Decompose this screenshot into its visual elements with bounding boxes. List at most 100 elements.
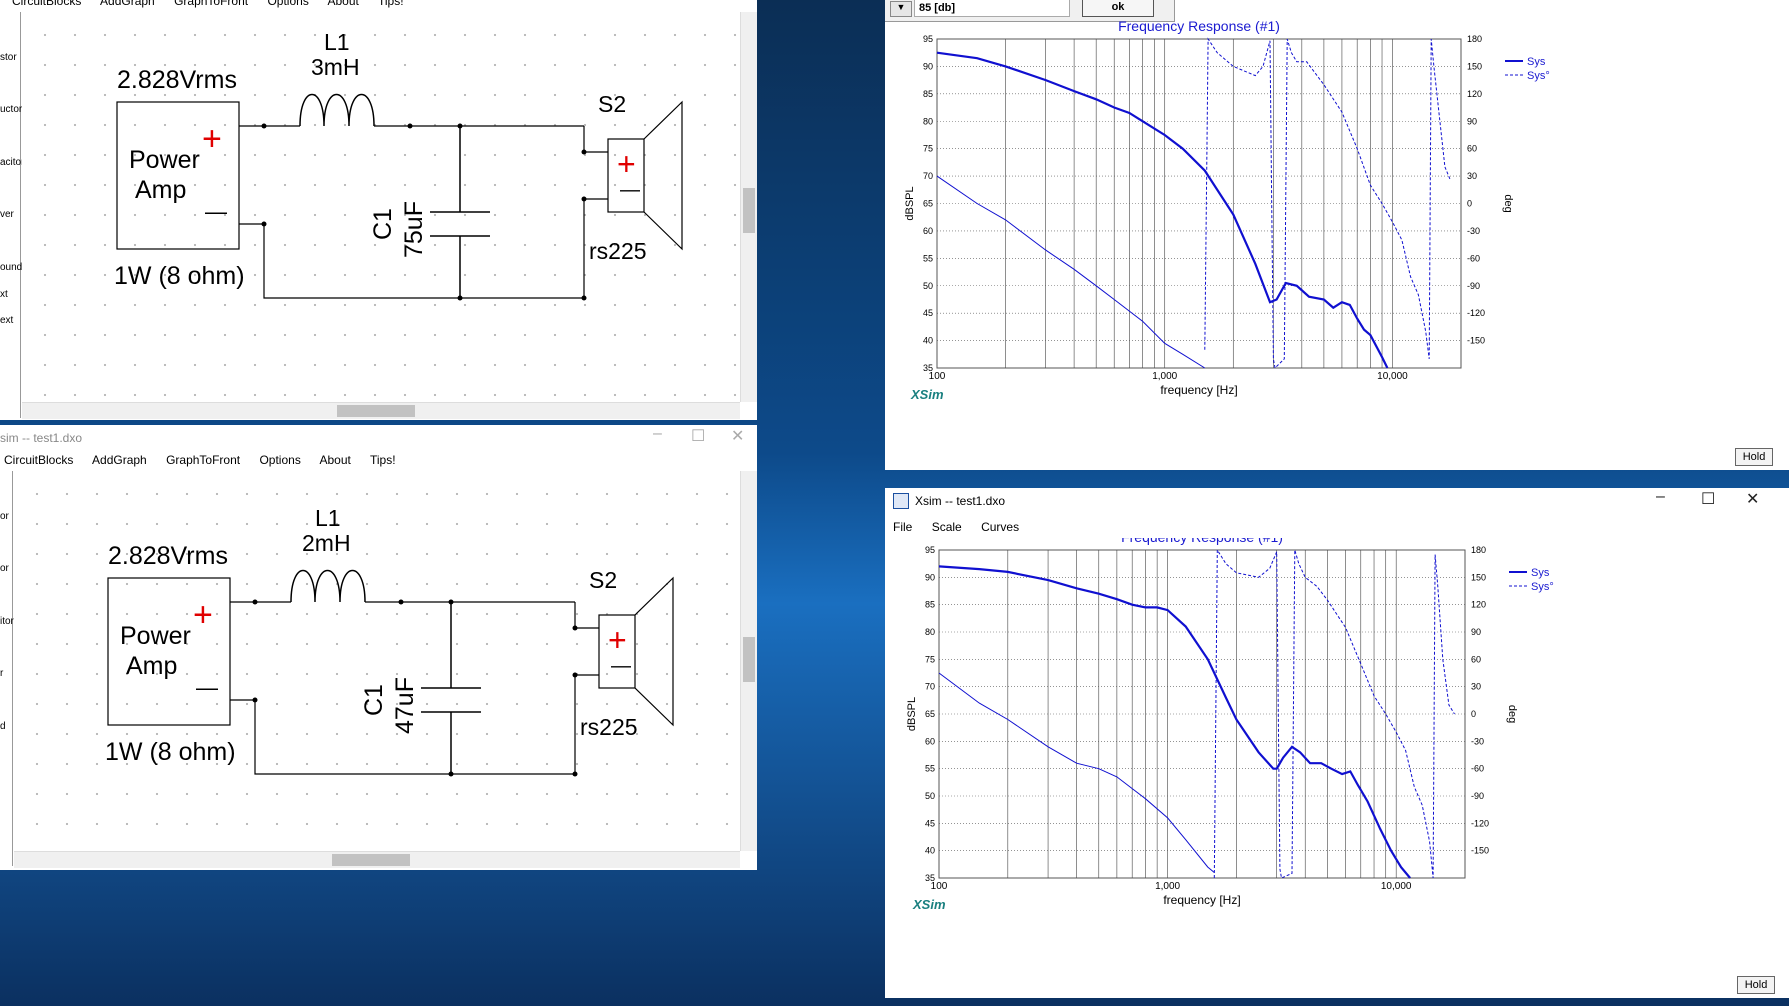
title-bar: Xsim -- test1.dxo – ☐ ✕: [885, 488, 1789, 514]
close-button[interactable]: ✕: [731, 426, 744, 446]
menu-circuitblocks[interactable]: CircuitBlocks: [12, 0, 81, 8]
minimize-button[interactable]: –: [1656, 488, 1665, 506]
capacitor-name: C1: [360, 684, 388, 716]
menu-file[interactable]: File: [893, 520, 912, 534]
schematic-canvas[interactable]: 2.828Vrms Power Amp 1W (8 ohm) + — L1 2m…: [14, 471, 740, 851]
menu-addgraph[interactable]: AddGraph: [92, 453, 147, 467]
palette-capacitor[interactable]: itor: [0, 616, 14, 627]
y-tick-label-right: 180: [1471, 545, 1486, 555]
amp-label-line1: Power: [129, 146, 200, 174]
component-palette: stor uctor acitor ver ound xt ext: [0, 12, 24, 418]
close-button[interactable]: ✕: [1746, 489, 1759, 509]
inductor-symbol[interactable]: [290, 570, 366, 603]
maximize-button[interactable]: ☐: [1701, 489, 1715, 509]
schematic-canvas[interactable]: 2.828Vrms Power Amp 1W (8 ohm) + — L1 3m…: [22, 12, 740, 402]
y-tick-label-right: 60: [1467, 144, 1477, 154]
y-tick-label-left: 40: [925, 846, 935, 856]
y-tick-label-right: -120: [1471, 818, 1489, 828]
speaker-cone: [643, 100, 683, 251]
palette-resistor[interactable]: stor: [0, 52, 17, 63]
palette-ground[interactable]: d: [0, 721, 6, 732]
horizontal-scrollbar[interactable]: [22, 402, 740, 419]
capacitor-name: C1: [369, 208, 397, 240]
menu-graphtofront[interactable]: GraphToFront: [174, 0, 248, 8]
vertical-scroll-thumb[interactable]: [743, 637, 755, 682]
y-tick-label-left: 70: [925, 682, 935, 692]
vertical-scrollbar[interactable]: [740, 471, 757, 851]
menu-options[interactable]: Options: [259, 453, 300, 467]
y-tick-label-right: 150: [1471, 572, 1486, 582]
series-line-sys: [936, 51, 1389, 369]
y-tick-label-right: -120: [1467, 308, 1485, 318]
capacitor-symbol[interactable]: [430, 126, 490, 298]
minimize-button[interactable]: –: [653, 425, 662, 443]
palette-inductor[interactable]: or: [0, 563, 9, 574]
y-tick-label-left: 85: [923, 89, 933, 99]
menu-tips[interactable]: Tips!: [370, 453, 396, 467]
amp-rating-label: 1W (8 ohm): [105, 738, 236, 766]
menu-about[interactable]: About: [320, 453, 351, 467]
palette-driver[interactable]: ver: [0, 209, 14, 220]
y-tick-label-left: 60: [925, 736, 935, 746]
hold-button[interactable]: Hold: [1735, 448, 1773, 466]
source-label: 2.828Vrms: [108, 542, 228, 570]
menu-about[interactable]: About: [328, 0, 359, 8]
speaker-minus-terminal: —: [611, 655, 631, 677]
frequency-response-chart[interactable]: 9590858075706560555045403518015012090603…: [885, 0, 1789, 470]
menu-bar: File Scale Curves: [893, 520, 1789, 538]
menu-bar: CircuitBlocks AddGraph GraphToFront Opti…: [12, 0, 757, 12]
y-tick-label-left: 65: [925, 709, 935, 719]
y-tick-label-left: 45: [925, 818, 935, 828]
y-tick-label-left: 55: [923, 253, 933, 263]
graph-window-bottom: Xsim -- test1.dxo – ☐ ✕ File Scale Curve…: [885, 488, 1789, 998]
y-tick-label-left: 60: [923, 226, 933, 236]
menu-scale[interactable]: Scale: [932, 520, 962, 534]
y-tick-label-left: 50: [925, 791, 935, 801]
palette-resistor[interactable]: or: [0, 511, 9, 522]
palette-text[interactable]: xt: [0, 289, 8, 300]
amp-label-line2: Amp: [126, 652, 177, 680]
x-tick-label: 100: [931, 881, 948, 892]
horizontal-scroll-thumb[interactable]: [332, 854, 410, 866]
y-tick-label-left: 95: [925, 545, 935, 555]
inductor-symbol[interactable]: [299, 94, 375, 127]
menu-tips[interactable]: Tips!: [378, 0, 404, 8]
inductor-value: 3mH: [311, 54, 360, 80]
amp-minus-terminal: —: [196, 675, 218, 700]
series-line-sys: [938, 565, 1411, 879]
maximize-button[interactable]: ☐: [691, 426, 705, 446]
y-tick-label-left: 80: [923, 116, 933, 126]
horizontal-scrollbar[interactable]: [14, 851, 740, 868]
y-tick-label-left: 45: [923, 308, 933, 318]
menu-addgraph[interactable]: AddGraph: [100, 0, 155, 8]
menu-curves[interactable]: Curves: [981, 520, 1019, 534]
horizontal-scroll-thumb[interactable]: [337, 405, 415, 417]
y-tick-label-left: 95: [923, 34, 933, 44]
hold-button[interactable]: Hold: [1737, 976, 1775, 994]
amp-label-line2: Amp: [135, 176, 186, 204]
amp-plus-terminal: +: [193, 596, 213, 634]
window-title: sim -- test1.dxo: [0, 431, 83, 445]
y-tick-label-right: 180: [1467, 34, 1482, 44]
palette-driver[interactable]: r: [0, 668, 3, 679]
y-tick-label-right: 120: [1467, 89, 1482, 99]
menu-options[interactable]: Options: [267, 0, 308, 8]
title-bar: sim -- test1.dxo – ☐ ✕: [0, 425, 757, 451]
frequency-response-chart[interactable]: 9590858075706560555045403518015012090603…: [885, 538, 1789, 998]
palette-inductor[interactable]: uctor: [0, 104, 22, 115]
y-tick-label-right: -150: [1467, 336, 1485, 346]
palette-ground[interactable]: ound: [0, 262, 22, 273]
x-tick-label: 1,000: [1155, 881, 1180, 892]
menu-circuitblocks[interactable]: CircuitBlocks: [4, 453, 73, 467]
x-axis-label: frequency [Hz]: [1160, 383, 1237, 397]
speaker-name: S2: [598, 91, 626, 117]
y-axis-label-right: deg: [1506, 705, 1518, 723]
palette-ext[interactable]: ext: [0, 315, 13, 326]
menu-graphtofront[interactable]: GraphToFront: [166, 453, 240, 467]
vertical-scrollbar[interactable]: [740, 12, 757, 402]
palette-capacitor[interactable]: acitor: [0, 157, 24, 168]
vertical-scroll-thumb[interactable]: [743, 188, 755, 233]
y-tick-label-left: 50: [923, 281, 933, 291]
capacitor-symbol[interactable]: [421, 602, 481, 774]
chart-title: Frequency Response (#1): [1121, 538, 1283, 545]
